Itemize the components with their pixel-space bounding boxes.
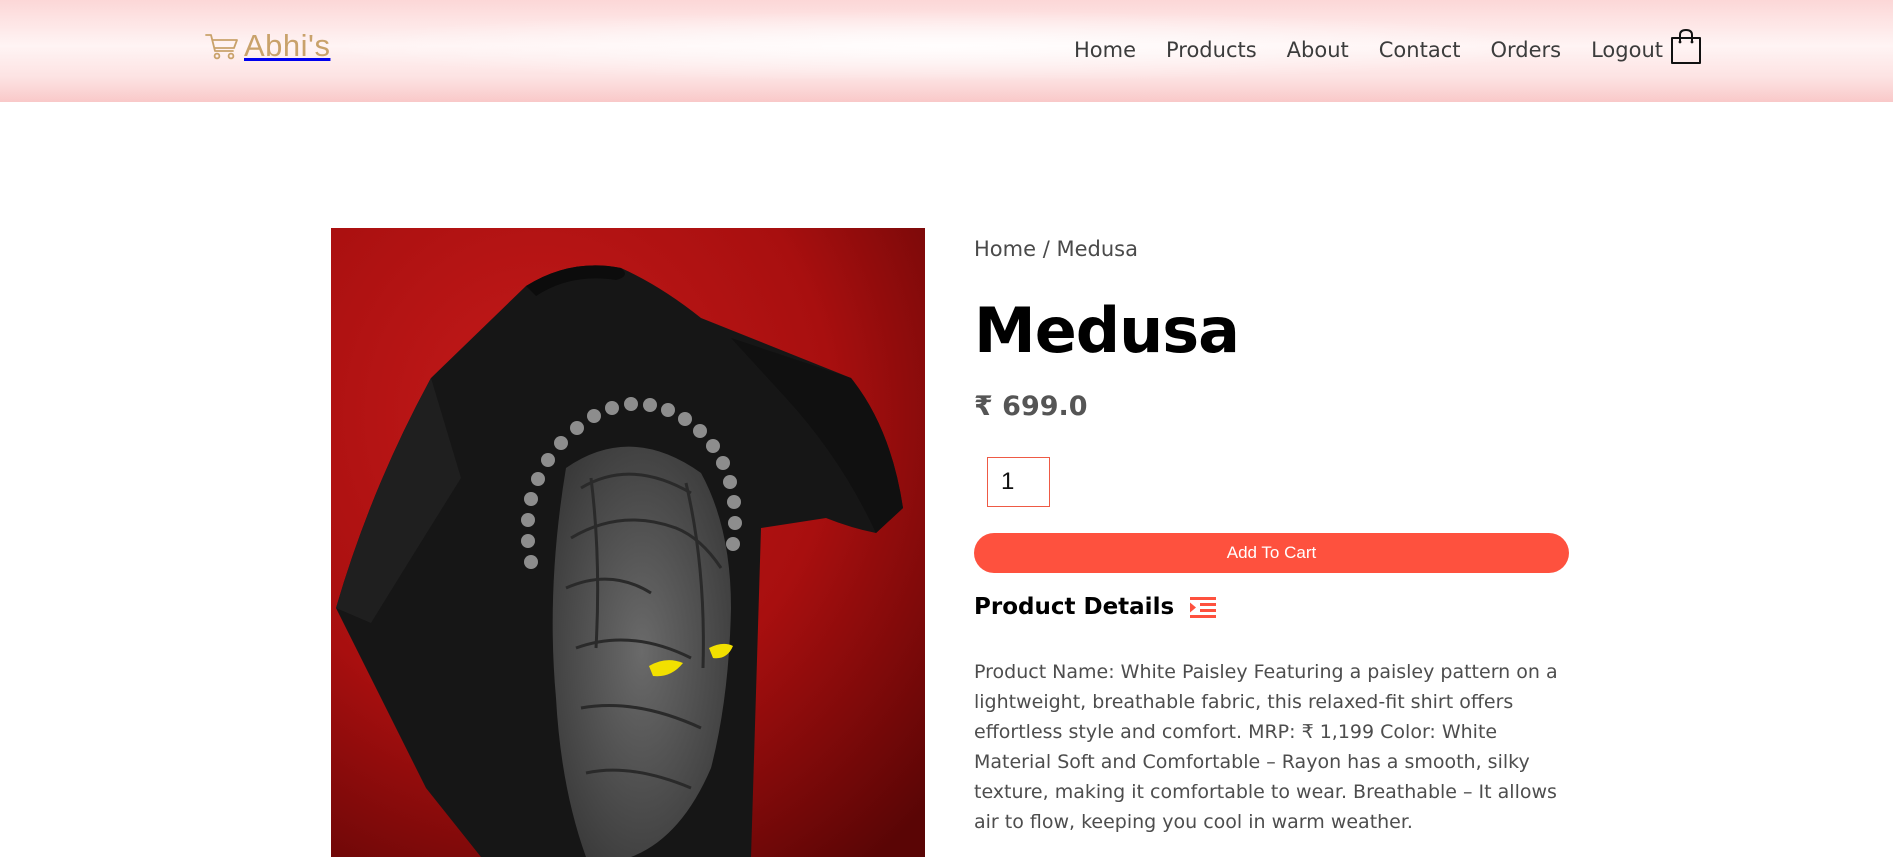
product-description: Product Name: White Paisley Featuring a …: [974, 661, 1558, 833]
shopping-bag-icon[interactable]: [1669, 28, 1703, 66]
quantity-input[interactable]: [987, 457, 1050, 507]
main-nav: Home Products About Contact Orders Logou…: [1074, 36, 1663, 64]
logo-text: Abhi's: [244, 28, 331, 63]
shopping-cart-icon: [205, 34, 238, 60]
nav-products-link[interactable]: Products: [1166, 36, 1257, 64]
product-details-panel: Home / Medusa Medusa ₹ 699.0 Add To Cart…: [974, 228, 1569, 837]
nav-contact-link[interactable]: Contact: [1379, 36, 1461, 64]
add-to-cart-button[interactable]: Add To Cart: [974, 533, 1569, 573]
breadcrumb-current: Medusa: [1056, 237, 1138, 261]
indent-list-icon: [1190, 597, 1217, 618]
product-image: [331, 228, 925, 857]
nav-logout-link[interactable]: Logout: [1591, 36, 1663, 64]
site-logo[interactable]: Abhi's: [204, 28, 330, 64]
tshirt-product-photo: [331, 228, 925, 857]
nav-orders-link[interactable]: Orders: [1490, 36, 1561, 64]
product-price: ₹ 699.0: [974, 391, 1088, 422]
product-details-title: Product Details: [974, 594, 1175, 620]
nav-about-link[interactable]: About: [1287, 36, 1349, 64]
product-title: Medusa: [974, 294, 1240, 367]
nav-home-link[interactable]: Home: [1074, 36, 1136, 64]
breadcrumb-home-link[interactable]: Home: [974, 237, 1036, 261]
quantity-wrapper: [987, 457, 1569, 507]
breadcrumb-separator: /: [1042, 237, 1050, 261]
site-header: Abhi's Home Products About Contact Order…: [0, 0, 1893, 102]
breadcrumb: Home / Medusa: [974, 237, 1569, 265]
product-details-heading: Product Details: [974, 591, 1569, 623]
